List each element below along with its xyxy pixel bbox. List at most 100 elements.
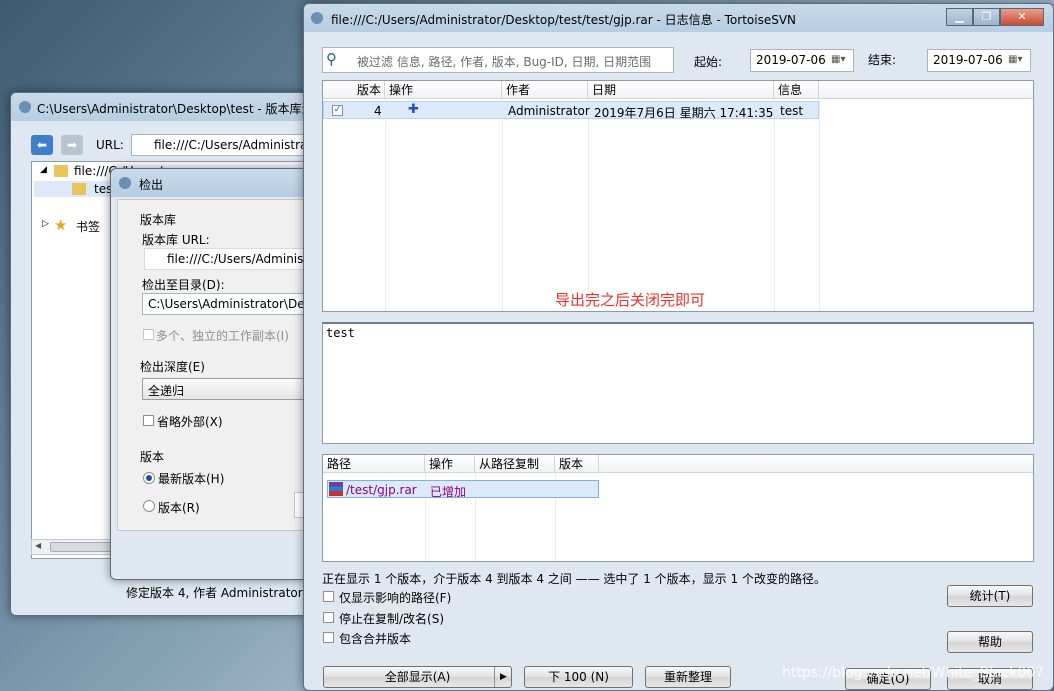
path-col-header-action[interactable]: 操作 (425, 455, 475, 473)
add-action-icon: ✚ (408, 102, 419, 117)
revision-label: 版本(R) (158, 501, 200, 515)
svn-icon (119, 177, 131, 189)
checkout-dir-label: 检出至目录(D): (142, 278, 225, 292)
calendar-icon: ▦▾ (1008, 54, 1023, 65)
path-col-header-path[interactable]: 路径 (323, 455, 425, 473)
close-button[interactable]: ✕ (1000, 8, 1044, 26)
stop-on-copy-label: 停止在复制/改名(S) (339, 612, 445, 626)
log-titlebar[interactable]: file:///C:/Users/Administrator/Desktop/t… (304, 4, 1053, 32)
repo-browser-titlebar[interactable]: C:\Users\Administrator\Desktop\test - 版本… (11, 93, 309, 121)
from-date-picker[interactable]: 2019-07-06 ▦▾ (750, 49, 854, 72)
row-date: 2019年7月6日 星期六 17:41:35 (594, 106, 774, 120)
log-title: file:///C:/Users/Administrator/Desktop/t… (331, 13, 797, 27)
col-divider (502, 99, 503, 311)
back-arrow-icon[interactable]: ⬅ (31, 135, 53, 155)
message-text: test (326, 326, 355, 340)
svn-icon (19, 101, 31, 113)
row-message: test (780, 104, 804, 118)
rar-file-icon (329, 482, 343, 496)
stop-on-copy-checkbox[interactable] (323, 612, 334, 623)
annotation-text: 导出完之后关闭完即可 (555, 291, 706, 309)
checkout-titlebar[interactable]: 检出 (111, 169, 309, 197)
row-author: Administrator (508, 104, 590, 118)
path-col-header-copyfrom[interactable]: 从路径复制 (475, 455, 555, 473)
forward-arrow-icon[interactable]: ➡ (61, 135, 83, 155)
path-row-action: 已增加 (430, 485, 467, 499)
depth-select[interactable]: 全递归 (142, 378, 312, 400)
to-date-value: 2019-07-06 (933, 53, 1003, 67)
maximize-button[interactable]: ❐ (973, 8, 1000, 26)
folder-icon (54, 165, 68, 177)
log-window: file:///C:/Users/Administrator/Desktop/t… (303, 3, 1054, 691)
path-row-path: /test/gjp.rar (346, 483, 417, 497)
from-label: 起始: (694, 55, 723, 69)
omit-externals-checkbox[interactable] (143, 415, 154, 426)
svn-icon (311, 12, 323, 24)
repo-url-field[interactable]: file:///C:/Users/Administrator/Desktop/t… (131, 134, 309, 156)
to-date-picker[interactable]: 2019-07-06 ▦▾ (927, 49, 1031, 72)
checkout-dialog: 检出 版本库 版本库 URL: file:///C:/Users/Adminis… (110, 168, 312, 580)
col-divider (588, 99, 589, 311)
checkout-title: 检出 (139, 178, 164, 192)
log-status-text: 正在显示 1 个版本，介于版本 4 到版本 4 之间 —— 选中了 1 个版本，… (322, 572, 826, 586)
col-header-filler (819, 81, 1033, 99)
folder-icon (72, 183, 86, 195)
col-header-author[interactable]: 作者 (502, 81, 588, 99)
repo-status-text: 修定版本 4, 作者 Administrator, (126, 586, 307, 600)
row-checkbox[interactable]: ✓ (332, 105, 343, 116)
col-header-action[interactable]: 操作 (385, 81, 502, 99)
multiple-wc-label: 多个、独立的工作副本(I) (156, 329, 289, 343)
col-divider (385, 99, 386, 311)
repo-url-combo[interactable]: file:///C:/Users/Administrator/Desktop/t… (144, 248, 312, 270)
table-row[interactable]: /test/gjp.rar 已增加 (327, 480, 599, 499)
head-revision-label: 最新版本(H) (158, 472, 225, 486)
col-divider (819, 99, 820, 311)
show-all-label: 全部显示(A) (384, 670, 451, 684)
star-icon: ★ (54, 216, 68, 234)
revision-list[interactable]: 版本 操作 作者 日期 信息 ✓ 4 ✚ Administrator 2019年… (322, 80, 1034, 312)
repo-url-label: 版本库 URL: (142, 233, 210, 247)
path-col-header-revision[interactable]: 版本 (555, 455, 599, 473)
radio-dot-icon (146, 475, 152, 481)
url-label: URL: (96, 138, 124, 152)
to-label: 结束: (868, 53, 897, 67)
depth-group-label: 检出深度(E) (140, 360, 205, 374)
repo-group-label: 版本库 (140, 213, 177, 227)
statistics-button[interactable]: 统计(T) (947, 585, 1033, 607)
from-date-value: 2019-07-06 (756, 53, 826, 67)
omit-externals-label: 省略外部(X) (157, 415, 223, 429)
dropdown-arrow-icon[interactable]: ▶ (494, 667, 512, 687)
refresh-button[interactable]: 重新整理 (645, 666, 731, 688)
filter-box[interactable]: ⚲ 被过滤 信息, 路径, 作者, 版本, Bug-ID, 日期, 日期范围 (322, 47, 674, 73)
col-header-date[interactable]: 日期 (588, 81, 774, 99)
bookmarks-label[interactable]: 书签 (76, 218, 100, 235)
col-header-message[interactable]: 信息 (774, 81, 819, 99)
include-merged-label: 包含合并版本 (339, 632, 412, 646)
col-divider (774, 99, 775, 311)
revision-radio[interactable] (143, 500, 155, 512)
checkout-body: 版本库 版本库 URL: file:///C:/Users/Administra… (117, 199, 312, 531)
search-icon: ⚲ (326, 50, 337, 68)
calendar-icon: ▦▾ (831, 54, 846, 65)
affected-paths-label: 仅显示影响的路径(F) (339, 591, 452, 605)
head-revision-radio[interactable] (143, 472, 155, 484)
changed-paths-list[interactable]: 路径 操作 从路径复制 版本 /test/gjp.rar 已增加 (322, 454, 1034, 562)
col-header-revision[interactable]: 版本 (323, 81, 385, 99)
affected-paths-checkbox[interactable] (323, 591, 334, 602)
show-all-button[interactable]: 全部显示(A) ▶ (323, 666, 512, 688)
help-button[interactable]: 帮助 (947, 631, 1033, 653)
table-row[interactable]: ✓ 4 ✚ Administrator 2019年7月6日 星期六 17:41:… (323, 101, 819, 120)
minimize-button[interactable]: ▁ (946, 8, 973, 26)
expand-arrow-icon[interactable]: ▷ (42, 219, 49, 229)
filter-input[interactable]: 被过滤 信息, 路径, 作者, 版本, Bug-ID, 日期, 日期范围 (357, 53, 651, 70)
expand-arrow-icon[interactable]: ◢ (40, 165, 47, 175)
revision-group-label: 版本 (140, 450, 165, 464)
scroll-left-icon[interactable]: ◀ (35, 541, 41, 550)
multiple-wc-checkbox[interactable] (143, 329, 154, 340)
next-100-button[interactable]: 下 100 (N) (524, 666, 633, 688)
row-revision: 4 (374, 104, 382, 118)
message-pane[interactable]: test (322, 322, 1034, 444)
include-merged-checkbox[interactable] (323, 632, 334, 643)
path-col-header-filler (599, 455, 1033, 473)
checkout-dir-field[interactable]: C:\Users\Administrator\Desktop\test (142, 293, 312, 315)
